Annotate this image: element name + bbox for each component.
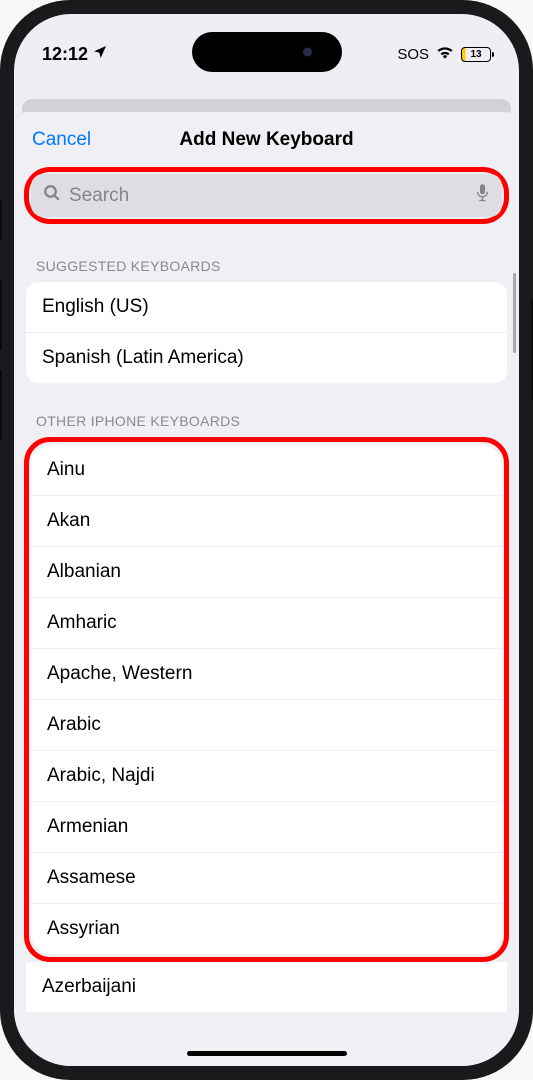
list-item[interactable]: Apache, Western xyxy=(31,649,502,700)
silent-switch xyxy=(0,200,2,240)
list-highlight-annotation: Ainu Akan Albanian Amharic Apache, Weste… xyxy=(24,437,509,962)
list-item[interactable]: Assyrian xyxy=(31,904,502,954)
scroll-indicator[interactable] xyxy=(513,273,516,353)
suggested-section-label: SUGGESTED KEYBOARDS xyxy=(14,228,519,282)
list-item[interactable]: Amharic xyxy=(31,598,502,649)
wifi-icon xyxy=(436,45,454,63)
list-item[interactable]: English (US) xyxy=(26,282,507,333)
list-item[interactable]: Azerbaijani xyxy=(26,962,507,1012)
list-item[interactable]: Armenian xyxy=(31,802,502,853)
search-input[interactable] xyxy=(69,185,467,207)
modal-header: Cancel Add New Keyboard xyxy=(14,112,519,163)
search-icon xyxy=(43,184,61,207)
suggested-keyboards-list: English (US) Spanish (Latin America) xyxy=(26,282,507,383)
battery-level: 13 xyxy=(470,49,481,60)
dynamic-island xyxy=(192,32,342,72)
screen: 12:12 SOS 13 Cancel Add New Keyboard xyxy=(14,14,519,1066)
microphone-icon[interactable] xyxy=(475,183,490,208)
location-icon xyxy=(92,44,108,65)
volume-up-button xyxy=(0,280,2,350)
status-time: 12:12 xyxy=(42,44,88,65)
add-keyboard-modal: Cancel Add New Keyboard SUGGESTED KEYBOA… xyxy=(14,112,519,1066)
volume-down-button xyxy=(0,370,2,440)
keyboard-list-content[interactable]: SUGGESTED KEYBOARDS English (US) Spanish… xyxy=(14,228,519,1066)
list-item[interactable]: Arabic, Najdi xyxy=(31,751,502,802)
other-keyboards-list: Ainu Akan Albanian Amharic Apache, Weste… xyxy=(31,445,502,954)
phone-frame: 12:12 SOS 13 Cancel Add New Keyboard xyxy=(0,0,533,1080)
modal-title: Add New Keyboard xyxy=(179,129,353,151)
sos-indicator: SOS xyxy=(397,46,429,63)
search-highlight-annotation xyxy=(24,167,509,224)
battery-icon: 13 xyxy=(461,47,491,62)
cancel-button[interactable]: Cancel xyxy=(32,129,91,151)
list-item[interactable]: Albanian xyxy=(31,547,502,598)
list-item[interactable]: Arabic xyxy=(31,700,502,751)
list-item[interactable]: Spanish (Latin America) xyxy=(26,333,507,383)
list-item[interactable]: Ainu xyxy=(31,445,502,496)
list-item[interactable]: Assamese xyxy=(31,853,502,904)
list-item[interactable]: Akan xyxy=(31,496,502,547)
home-indicator[interactable] xyxy=(187,1051,347,1056)
other-section-label: OTHER IPHONE KEYBOARDS xyxy=(14,383,519,437)
search-bar[interactable] xyxy=(31,174,502,217)
